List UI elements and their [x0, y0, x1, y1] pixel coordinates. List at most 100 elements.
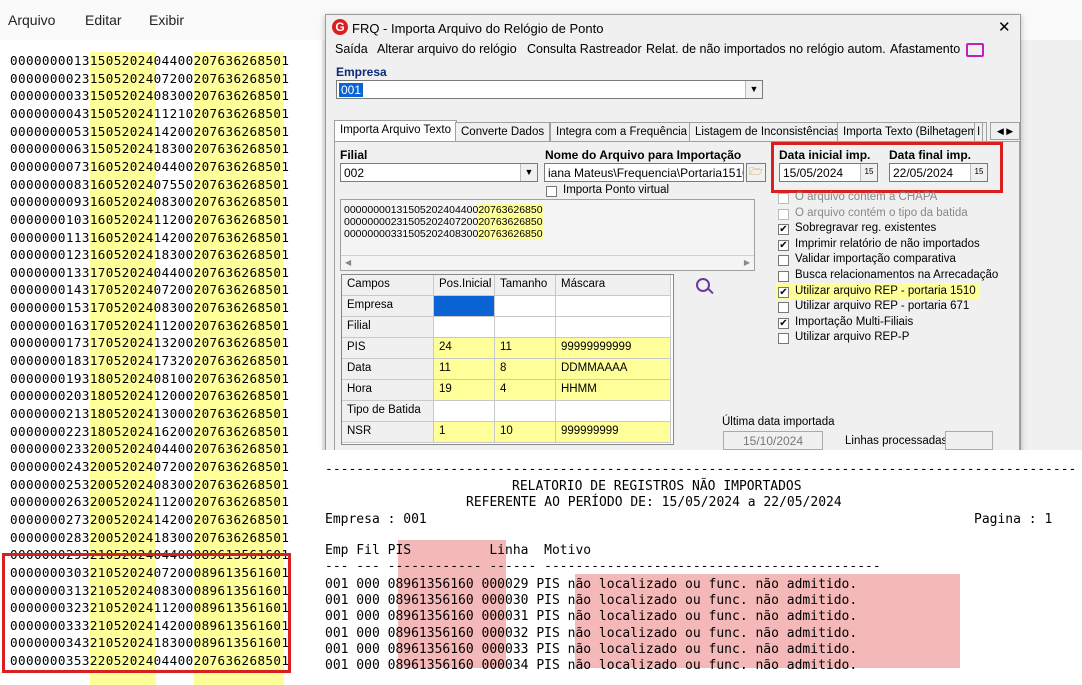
notepad-line: 00000002732005202414200207636268501: [10, 511, 290, 527]
grid-cell[interactable]: [556, 401, 671, 422]
menu-consulta-rastreador[interactable]: Consulta Rastreador: [527, 42, 642, 56]
option-checkbox[interactable]: ✔: [778, 239, 789, 251]
report-title: RELATORIO DE REGISTROS NÃO IMPORTADOS: [512, 479, 802, 494]
grid-cell[interactable]: 19: [434, 380, 495, 401]
notepad-line: 00000001331705202404400207636268501: [10, 264, 290, 280]
grid-cell[interactable]: [495, 317, 556, 338]
notepad-line: 00000000831605202407550207636268501: [10, 176, 290, 192]
report-empresa: Empresa : 001: [325, 512, 427, 527]
notepad-line: 00000002031805202412000207636268501: [10, 388, 290, 404]
grid-cell[interactable]: 99999999999: [556, 338, 671, 359]
notepad-line: 00000001231605202418300207636268501: [10, 247, 290, 263]
grid-cell[interactable]: 999999999: [556, 422, 671, 443]
tab-importa-texto-bilhetagem[interactable]: Importa Texto (Bilhetagem): [837, 122, 987, 141]
menu-saida[interactable]: Saída: [335, 42, 368, 56]
tab-importa-arquivo-texto[interactable]: Importa Arquivo Texto: [334, 120, 458, 142]
menu-exibir[interactable]: Exibir: [149, 12, 184, 28]
notepad-text-area[interactable]: 00000000131505202404400207636268501 00000…: [0, 40, 322, 685]
grid-cell[interactable]: 11: [434, 359, 495, 380]
grid-header[interactable]: Tamanho: [495, 275, 556, 296]
notepad-line: 00000002231805202416200207636268501: [10, 423, 290, 439]
option-checkbox[interactable]: ✔: [778, 286, 789, 298]
preview-line-pis: 20763626850: [478, 216, 543, 228]
arquivo-input[interactable]: iana Mateus\Frequencia\Portaria1510.txt: [544, 163, 744, 182]
close-icon[interactable]: ✕: [998, 18, 1011, 36]
fields-grid[interactable]: Campos Pos.Inicial Tamanho Máscara Empresa Fi…: [341, 274, 674, 445]
chevron-down-icon[interactable]: ▼: [745, 81, 762, 98]
option-checkbox[interactable]: [778, 193, 789, 204]
grid-cell[interactable]: [434, 296, 495, 317]
option-checkbox[interactable]: ✔: [778, 224, 789, 236]
option-label: Sobregravar reg. existentes: [795, 222, 937, 235]
grid-cell[interactable]: 8: [495, 359, 556, 380]
report-row: 001 000 08961356160 000034 PIS não local…: [325, 658, 858, 673]
option-label: Importação Multi-Filiais: [795, 315, 914, 328]
grid-cell[interactable]: HHMM: [556, 380, 671, 401]
tab-scroll-arrows[interactable]: ◀ ▶: [990, 122, 1020, 140]
grid-header[interactable]: Campos: [342, 275, 434, 296]
grid-cell[interactable]: [434, 401, 495, 422]
grid-cell[interactable]: 4: [495, 380, 556, 401]
menu-editar[interactable]: Editar: [85, 12, 122, 28]
tab-integra-frequencia[interactable]: Integra com a Frequência: [550, 122, 694, 141]
tab-listagem-inconsistencias[interactable]: Listagem de Inconsistências: [689, 122, 846, 141]
option-checkbox[interactable]: [778, 208, 789, 220]
linhas-processadas-label: Linhas processadas: [845, 435, 948, 447]
menu-afastamento[interactable]: Afastamento: [890, 42, 960, 56]
horizontal-scrollbar[interactable]: ◀ ▶: [341, 255, 754, 270]
menu-relat-nao-importados[interactable]: Relat. de não importados no relógio auto…: [646, 42, 886, 56]
menu-arquivo[interactable]: Arquivo: [8, 12, 55, 28]
chevron-down-icon[interactable]: ▼: [520, 164, 537, 181]
folder-open-icon[interactable]: 🗁: [746, 163, 766, 182]
grid-cell[interactable]: 24: [434, 338, 495, 359]
grid-row-label: Data: [342, 359, 434, 380]
monitor-icon[interactable]: [966, 43, 984, 57]
option-checkbox[interactable]: [778, 302, 789, 314]
grid-cell[interactable]: 10: [495, 422, 556, 443]
empresa-label: Empresa: [336, 65, 387, 79]
filial-select[interactable]: 002 ▼: [340, 163, 538, 182]
grid-cell[interactable]: [495, 401, 556, 422]
tab-overflow[interactable]: I: [974, 122, 984, 141]
grid-cell[interactable]: DDMMAAAA: [556, 359, 671, 380]
empresa-select[interactable]: 001 ▼: [336, 80, 763, 99]
notepad-line: 00000000731605202404400207636268501: [10, 158, 290, 174]
option-checkbox[interactable]: ✔: [778, 317, 789, 329]
report-row: 001 000 08961356160 000031 PIS não local…: [325, 609, 858, 625]
file-preview[interactable]: 0000000013150520240440020763626850 000000…: [340, 199, 755, 271]
notepad-line: 00000000431505202411210207636268501: [10, 105, 290, 121]
menu-alterar-arquivo[interactable]: Alterar arquivo do relógio: [377, 42, 517, 56]
report-row: 001 000 08961356160 000032 PIS não local…: [325, 625, 858, 641]
grid-cell[interactable]: [556, 317, 671, 338]
grid-cell[interactable]: 11: [495, 338, 556, 359]
option-label: Imprimir relatório de não importados: [795, 237, 980, 250]
notepad-line: 00000001531705202408300207636268501: [10, 300, 290, 316]
option-label: Utilizar arquivo REP-P: [795, 331, 910, 344]
grid-header[interactable]: Pos.Inicial: [434, 275, 495, 296]
tab-converte-dados[interactable]: Converte Dados: [455, 122, 551, 141]
grid-cell[interactable]: 1: [434, 422, 495, 443]
linhas-processadas-value: [945, 431, 993, 450]
option-checkbox[interactable]: [778, 271, 789, 282]
grid-header[interactable]: Máscara: [556, 275, 671, 296]
filial-label: Filial: [340, 148, 368, 162]
notepad-line: 00000002131805202413000207636268501: [10, 406, 290, 421]
grid-row-label: NSR: [342, 422, 434, 443]
option-checkbox[interactable]: [778, 255, 789, 267]
notepad-line: 00000000931605202408300207636268501: [10, 194, 290, 210]
notepad-line: 00000002432005202407200207636268501: [10, 458, 290, 474]
preview-line-prefix: 00000000231505202407200: [344, 216, 479, 228]
grid-row-label: PIS: [342, 338, 434, 359]
notepad-line: 00000000231505202407200207636268501: [10, 70, 290, 86]
grid-cell[interactable]: [495, 296, 556, 317]
option-checkbox[interactable]: [778, 333, 789, 345]
grid-row-label: Empresa: [342, 296, 434, 317]
ultima-data-label: Última data importada: [722, 416, 835, 428]
ponto-virtual-checkbox[interactable]: [546, 186, 557, 197]
grid-cell[interactable]: [556, 296, 671, 317]
grid-cell[interactable]: [434, 317, 495, 338]
notepad-line: 00000001131605202414200207636268501: [10, 229, 290, 245]
preview-line-prefix: 00000000131505202404400: [344, 204, 479, 216]
highlight-box-unimported-lines: [2, 553, 291, 673]
report-row: 001 000 08961356160 000029 PIS não local…: [325, 577, 858, 592]
